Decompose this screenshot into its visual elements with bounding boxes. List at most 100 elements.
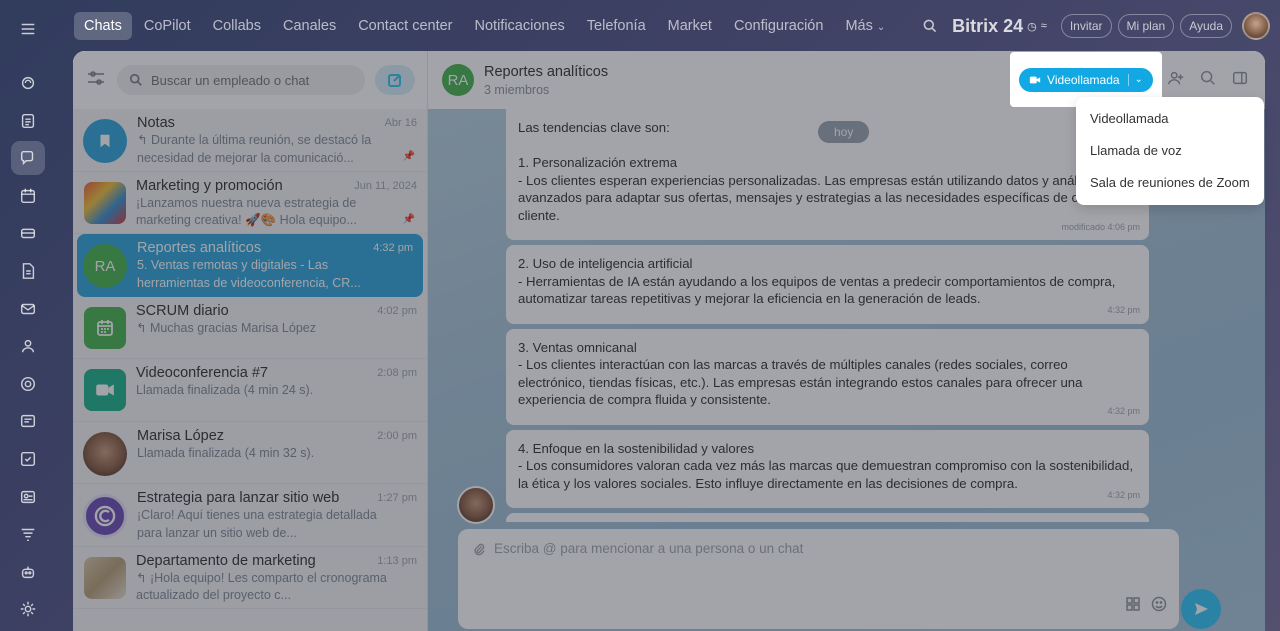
search-icon [129,73,142,86]
tab-chats[interactable]: Chats [74,12,132,40]
chat-list-item[interactable]: Notas Abr 16 ↰ Durante la última reunión, … [73,109,427,172]
send-icon [1195,603,1208,615]
invite-button[interactable]: Invitar [1060,14,1112,38]
chat-time: 2:00 pm [377,429,417,442]
tab-canales[interactable]: Canales [273,12,346,40]
search-input[interactable] [151,72,353,88]
menu-item-video-call[interactable]: Videollamada [1076,103,1264,135]
filter-stack-icon[interactable] [11,517,45,551]
chat-header-actions [1167,69,1249,92]
search-box[interactable] [117,65,365,95]
tab-telefonia[interactable]: Telefonía [577,12,656,40]
tab-copilot[interactable]: CoPilot [134,12,201,40]
chat-avatar[interactable]: RA [442,64,474,96]
chat-list-item[interactable]: Marketing y promoción Jun 11, 2024 ¡Lanzam… [73,172,427,234]
chat-list-item[interactable]: Marisa López 2:00 pm Llamada finalizada (4… [73,422,427,484]
message-composer[interactable]: Escriba @ para mencionar a una persona o… [458,529,1179,629]
tasks-icon[interactable] [11,104,45,138]
message-bubble[interactable]: 4. Enfoque en la sostenibilidad y valore… [506,429,1149,508]
search-icon[interactable] [922,18,938,34]
chat-time: 1:13 pm [377,554,417,567]
composer-input[interactable]: Escriba @ para mencionar a una persona o… [472,541,1165,556]
robot-icon[interactable] [11,555,45,589]
contacts-icon[interactable] [11,329,45,363]
my-plan-button[interactable]: Mi plan [1117,14,1175,38]
documents-icon[interactable] [11,254,45,288]
chat-preview: Llamada finalizada (4 min 32 s). [137,445,315,460]
chat-item-body: Departamento de marketing 1:13 pm ↰ ¡Hola … [136,553,417,605]
copilot-icon [83,494,127,538]
attach-icon [474,543,485,555]
chat-item-header: Videoconferencia #7 2:08 pm [136,365,417,381]
composer-placeholder: Escriba @ para mencionar a una persona o… [494,541,804,556]
checklist-icon[interactable] [11,442,45,476]
user-photo [83,431,127,476]
tab-collabs[interactable]: Collabs [203,12,271,40]
chat-preview: ↰ ¡Hola equipo! Les comparto el cronogra… [136,570,387,603]
settings-icon[interactable] [11,592,45,626]
calendar-icon[interactable] [11,179,45,213]
tab-market[interactable]: Market [658,12,722,40]
video-call-label: Videollamada [1047,72,1120,87]
chat-preview: ¡Lanzamos nuestra nueva estrategia de ma… [136,195,357,228]
add-user-icon[interactable] [1167,69,1185,92]
message-bubble-partial[interactable] [506,513,1149,522]
message-bubble[interactable]: 3. Ventas omnicanal - Los clientes inter… [506,328,1149,425]
sidebar-toggle-icon[interactable] [1231,69,1249,92]
brand-logo[interactable]: Bitrix 24 ◷ ≈ [952,16,1047,37]
filter-icon[interactable] [85,67,107,94]
chat-list-item[interactable]: Departamento de marketing 1:13 pm ↰ ¡Hola … [73,547,427,609]
chevron-down-icon[interactable]: ⌄ [1135,74,1143,85]
search-icon[interactable] [1199,69,1217,92]
video-icon [1029,76,1041,83]
grid-icon[interactable] [1125,596,1141,617]
new-chat-button[interactable] [375,65,415,95]
message-time: 4:32 pm [1107,489,1140,500]
chat-members[interactable]: 3 miembros [484,83,608,97]
video-icon [84,369,126,411]
tab-configuracion[interactable]: Configuración [724,12,833,40]
chat-time: Abr 16 [384,117,417,129]
emoji-icon[interactable] [1151,596,1167,617]
calendar-icon [84,306,126,349]
chat-item-header: Marketing y promoción Jun 11, 2024 [136,178,417,194]
chat-item-body: Videoconferencia #7 2:08 pm Llamada finali… [136,365,417,400]
message-text: 2. Uso de inteligencia artificial - Herr… [518,256,1116,306]
video-call-button[interactable]: Videollamada ⌄ [1019,67,1153,92]
send-button[interactable] [1181,589,1221,629]
chat-time: 1:27 pm [377,492,417,504]
employee-card-icon[interactable] [11,480,45,514]
tab-notificaciones[interactable]: Notificaciones [465,12,575,40]
chat-name: Estrategia para lanzar sitio web [137,490,340,506]
chat-item-body: Reportes analíticos 4:32 pm 5. Ventas remo… [137,240,413,292]
clock-icon: ◷ [1027,20,1037,33]
help-button[interactable]: Ayuda [1180,14,1232,38]
brand-name: Bitrix 24 [952,15,1024,36]
chats-icon[interactable] [11,141,45,176]
chat-name: Videoconferencia #7 [136,365,268,381]
sender-avatar[interactable] [457,486,495,524]
chat-list-item[interactable]: SCRUM diario 4:02 pm ↰ Muchas gracias Mari… [73,297,427,359]
message-text: 3. Ventas omnicanal - Los clientes inter… [518,339,1083,408]
chat-list-item[interactable]: Videoconferencia #7 2:08 pm Llamada finali… [73,359,427,422]
copilot-icon[interactable] [11,66,45,100]
user-avatar[interactable] [1242,12,1270,40]
chat-list-item[interactable]: Estrategia para lanzar sitio web 1:27 pm ¡… [73,484,427,547]
crm-icon[interactable] [11,367,45,401]
chat-item-body: SCRUM diario 4:02 pm ↰ Muchas gracias Mari… [136,303,417,338]
divider [1127,73,1129,86]
menu-item-voice-call[interactable]: Llamada de voz [1076,135,1264,167]
mail-icon[interactable] [11,292,45,326]
tab-contact-center[interactable]: Contact center [348,12,462,40]
online-docs-icon[interactable] [11,404,45,438]
chat-item-header: SCRUM diario 4:02 pm [136,303,417,319]
menu-icon[interactable] [11,12,45,46]
chat-list-item[interactable]: RA Reportes analíticos 4:32 pm 5. Ventas re… [77,234,423,297]
menu-item-zoom-room[interactable]: Sala de reuniones de Zoom [1076,167,1264,199]
chat-title[interactable]: Reportes analíticos [484,64,608,80]
message-bubble[interactable]: 2. Uso de inteligencia artificial - Herr… [506,245,1149,324]
chat-item-body: Marketing y promoción Jun 11, 2024 ¡Lanzam… [136,178,417,230]
tab-mas[interactable]: Más ⌄ [835,12,895,40]
chat-list: Notas Abr 16 ↰ Durante la última reunión, … [73,109,427,609]
drive-icon[interactable] [11,216,45,250]
